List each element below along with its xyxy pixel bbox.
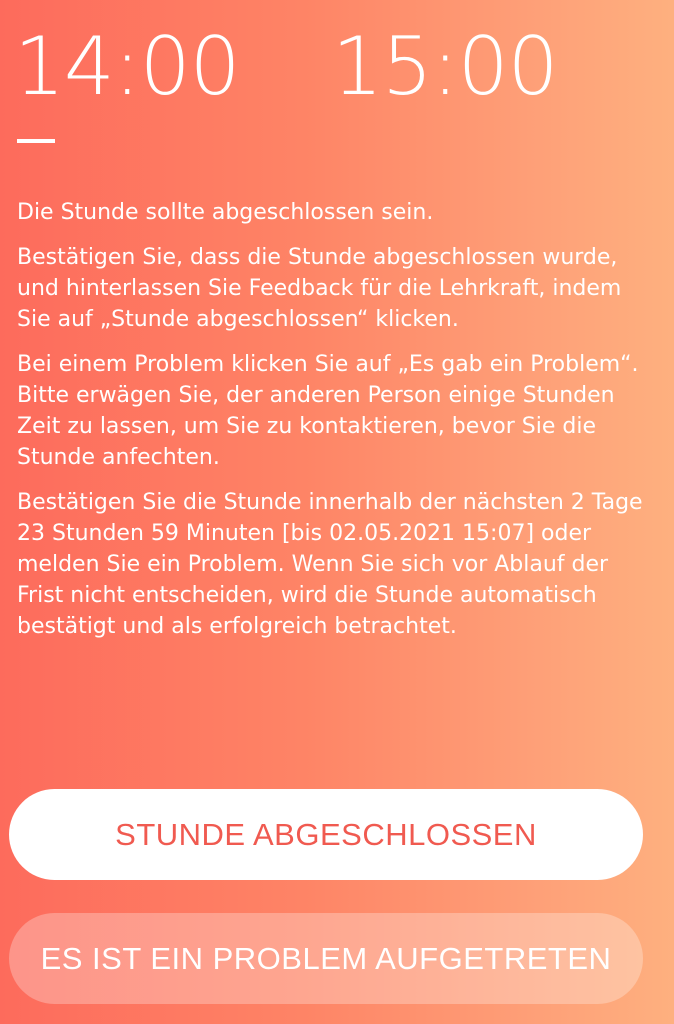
divider [17,139,55,143]
lesson-completed-button[interactable]: STUNDE ABGESCHLOSSEN [9,789,643,880]
message-paragraph-2: Bestätigen Sie, dass die Stunde abgeschl… [17,245,622,332]
message-paragraph-1: Die Stunde sollte abgeschlossen sein. [17,200,434,225]
lesson-end-time: 15:00 [332,20,559,113]
lesson-start-time: 14:00 [14,20,241,113]
message-paragraph-4: Bestätigen Sie die Stunde innerhalb der … [17,490,643,639]
lesson-time-range: 14:00 15:00 [14,22,654,112]
report-problem-button[interactable]: ES IST EIN PROBLEM AUFGETRETEN [9,913,643,1004]
message-paragraph-3: Bei einem Problem klicken Sie auf „Es ga… [17,352,639,470]
lesson-status-message: Die Stunde sollte abgeschlossen sein. Be… [17,197,647,656]
